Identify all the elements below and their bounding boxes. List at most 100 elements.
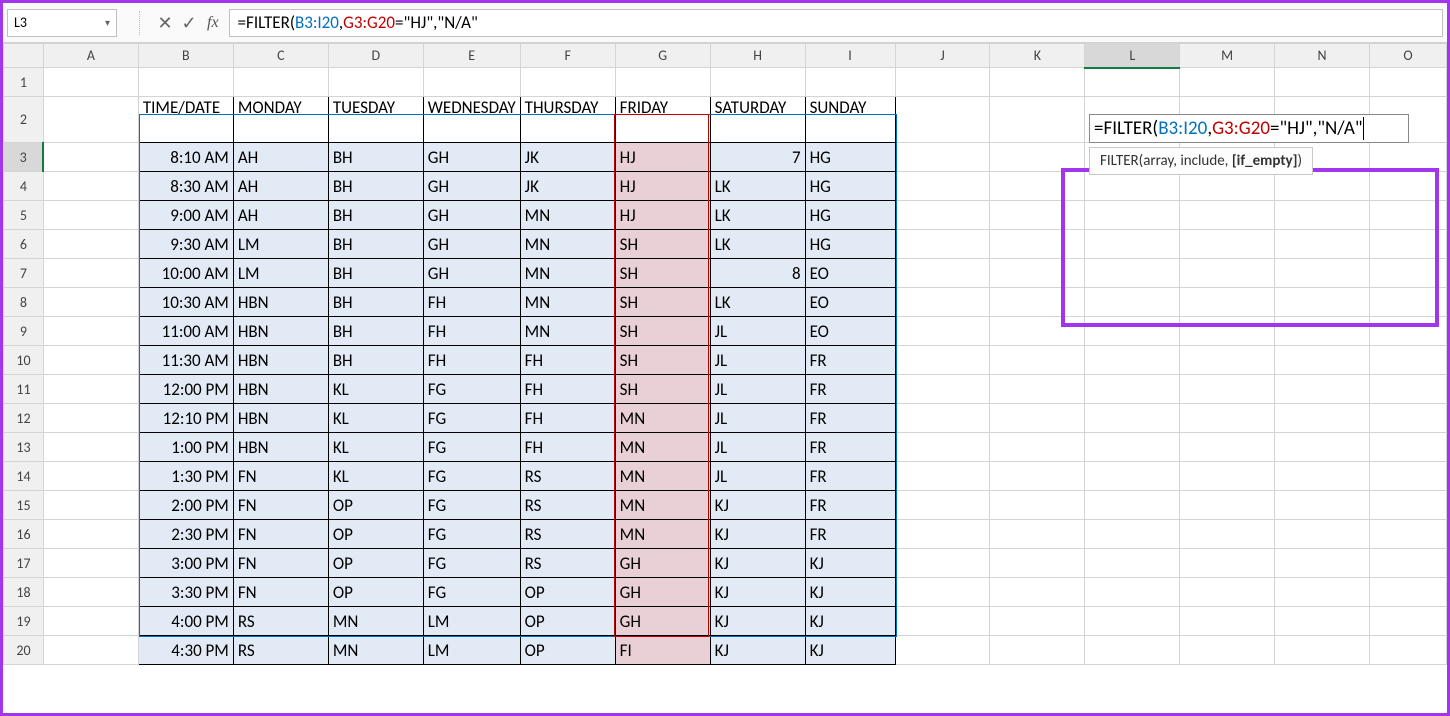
cell-G2[interactable]: FRIDAY [615, 97, 710, 143]
cell-M19[interactable] [1180, 607, 1275, 636]
cell-I6[interactable]: HG [805, 230, 895, 259]
cell-F2[interactable]: THURSDAY [520, 97, 615, 143]
cell-F17[interactable]: RS [520, 549, 615, 578]
col-header-C[interactable]: C [233, 44, 328, 68]
cell-L6[interactable] [1085, 230, 1180, 259]
cell-A2[interactable] [43, 97, 138, 143]
cell-N13[interactable] [1275, 433, 1370, 462]
cell-A6[interactable] [43, 230, 138, 259]
cell-B8[interactable]: 10:30 AM [138, 288, 233, 317]
cell-F10[interactable]: FH [520, 346, 615, 375]
cell-D1[interactable] [328, 68, 423, 97]
cell-G19[interactable]: GH [615, 607, 710, 636]
cell-C12[interactable]: HBN [233, 404, 328, 433]
cell-K4[interactable] [990, 172, 1085, 201]
cell-G16[interactable]: MN [615, 520, 710, 549]
cell-B14[interactable]: 1:30 PM [138, 462, 233, 491]
cell-M5[interactable] [1180, 201, 1275, 230]
cell-L7[interactable] [1085, 259, 1180, 288]
cell-K3[interactable] [990, 143, 1085, 172]
cell-J16[interactable] [895, 520, 990, 549]
cell-I12[interactable]: FR [805, 404, 895, 433]
cell-M14[interactable] [1180, 462, 1275, 491]
cell-J1[interactable] [895, 68, 990, 97]
cell-D20[interactable]: MN [328, 636, 423, 665]
cell-I15[interactable]: FR [805, 491, 895, 520]
col-header-A[interactable]: A [43, 44, 138, 68]
cell-H20[interactable]: KJ [710, 636, 805, 665]
cell-D2[interactable]: TUESDAY [328, 97, 423, 143]
cell-H10[interactable]: JL [710, 346, 805, 375]
cell-G5[interactable]: HJ [615, 201, 710, 230]
row-header-12[interactable]: 12 [4, 404, 44, 433]
cell-C15[interactable]: FN [233, 491, 328, 520]
cell-G20[interactable]: FI [615, 636, 710, 665]
cell-O19[interactable] [1370, 607, 1447, 636]
cell-L5[interactable] [1085, 201, 1180, 230]
cell-I5[interactable]: HG [805, 201, 895, 230]
cell-O16[interactable] [1370, 520, 1447, 549]
cell-B20[interactable]: 4:30 PM [138, 636, 233, 665]
cell-A3[interactable] [43, 143, 138, 172]
cell-K11[interactable] [990, 375, 1085, 404]
cell-K5[interactable] [990, 201, 1085, 230]
formula-input[interactable]: =FILTER(B3:I20,G3:G20="HJ","N/A" [229, 9, 1443, 37]
cell-B6[interactable]: 9:30 AM [138, 230, 233, 259]
cell-C8[interactable]: HBN [233, 288, 328, 317]
cell-O20[interactable] [1370, 636, 1447, 665]
cell-J9[interactable] [895, 317, 990, 346]
cell-H12[interactable]: JL [710, 404, 805, 433]
cell-J7[interactable] [895, 259, 990, 288]
cell-O15[interactable] [1370, 491, 1447, 520]
cell-E3[interactable]: GH [423, 143, 520, 172]
cell-D17[interactable]: OP [328, 549, 423, 578]
function-tooltip[interactable]: FILTER(array, include, [if_empty]) [1089, 147, 1313, 175]
cell-A19[interactable] [43, 607, 138, 636]
cell-D3[interactable]: BH [328, 143, 423, 172]
cell-H3[interactable]: 7 [710, 143, 805, 172]
cell-O5[interactable] [1370, 201, 1447, 230]
fx-icon[interactable]: fx [207, 14, 219, 32]
cell-M8[interactable] [1180, 288, 1275, 317]
cell-I2[interactable]: SUNDAY [805, 97, 895, 143]
cell-F16[interactable]: RS [520, 520, 615, 549]
cell-E13[interactable]: FG [423, 433, 520, 462]
cell-C2[interactable]: MONDAY [233, 97, 328, 143]
cell-I3[interactable]: HG [805, 143, 895, 172]
select-all-corner[interactable] [4, 44, 44, 68]
cell-F18[interactable]: OP [520, 578, 615, 607]
cell-E9[interactable]: FH [423, 317, 520, 346]
row-header-10[interactable]: 10 [4, 346, 44, 375]
cell-A4[interactable] [43, 172, 138, 201]
cell-F13[interactable]: FH [520, 433, 615, 462]
cell-N8[interactable] [1275, 288, 1370, 317]
cell-H5[interactable]: LK [710, 201, 805, 230]
col-header-H[interactable]: H [710, 44, 805, 68]
cell-A8[interactable] [43, 288, 138, 317]
cell-M20[interactable] [1180, 636, 1275, 665]
row-header-18[interactable]: 18 [4, 578, 44, 607]
cell-B16[interactable]: 2:30 PM [138, 520, 233, 549]
cell-B15[interactable]: 2:00 PM [138, 491, 233, 520]
cell-M4[interactable] [1180, 172, 1275, 201]
cell-H8[interactable]: LK [710, 288, 805, 317]
cell-F15[interactable]: RS [520, 491, 615, 520]
cell-K20[interactable] [990, 636, 1085, 665]
cell-F12[interactable]: FH [520, 404, 615, 433]
cell-C10[interactable]: HBN [233, 346, 328, 375]
col-header-N[interactable]: N [1275, 44, 1370, 68]
cell-M1[interactable] [1180, 68, 1275, 97]
cell-O10[interactable] [1370, 346, 1447, 375]
cell-M12[interactable] [1180, 404, 1275, 433]
cell-A20[interactable] [43, 636, 138, 665]
cell-L13[interactable] [1085, 433, 1180, 462]
cell-I9[interactable]: EO [805, 317, 895, 346]
cell-B13[interactable]: 1:00 PM [138, 433, 233, 462]
row-header-9[interactable]: 9 [4, 317, 44, 346]
cell-N1[interactable] [1275, 68, 1370, 97]
cell-D7[interactable]: BH [328, 259, 423, 288]
cell-G12[interactable]: MN [615, 404, 710, 433]
cell-J10[interactable] [895, 346, 990, 375]
cell-M9[interactable] [1180, 317, 1275, 346]
col-header-B[interactable]: B [138, 44, 233, 68]
